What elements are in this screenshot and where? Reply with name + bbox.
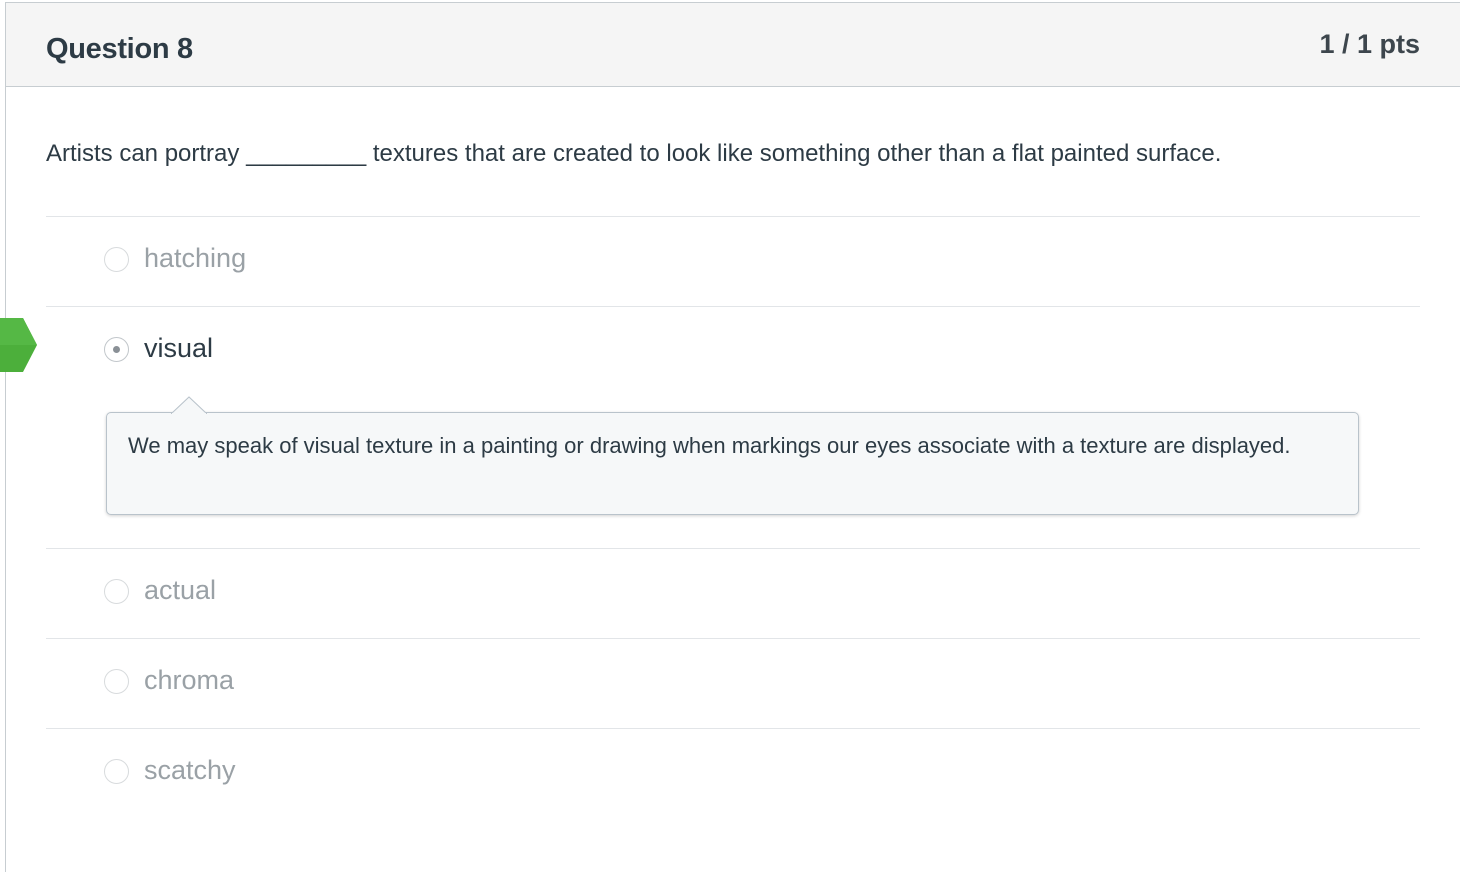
radio-button-icon[interactable]	[104, 759, 129, 784]
radio-button-icon[interactable]	[104, 247, 129, 272]
comment-text: We may speak of visual texture in a pain…	[128, 433, 1291, 458]
answer-option-scatchy[interactable]: scatchy	[46, 728, 1420, 816]
radio-button-icon[interactable]	[104, 579, 129, 604]
correct-arrow-icon	[0, 318, 37, 372]
answer-label: actual	[144, 575, 217, 605]
answer-option-hatching[interactable]: hatching	[46, 216, 1420, 304]
answer-option-chroma[interactable]: chroma	[46, 638, 1420, 726]
question-title: Question 8	[46, 33, 193, 65]
answer-label: hatching	[144, 243, 247, 273]
question-header: Question 8 1 / 1 pts	[6, 3, 1460, 87]
radio-button-selected-icon[interactable]	[104, 337, 129, 362]
answer-option-actual[interactable]: actual	[46, 548, 1420, 636]
question-points: 1 / 1 pts	[1319, 29, 1420, 59]
answer-label: chroma	[144, 665, 235, 695]
question-text: Artists can portray _________ textures t…	[46, 140, 1222, 167]
comment-pointer	[171, 396, 207, 414]
answer-comment: We may speak of visual texture in a pain…	[106, 396, 1359, 515]
answer-label: visual	[144, 333, 214, 363]
answer-label: scatchy	[144, 755, 236, 785]
answer-option-visual[interactable]: visual	[46, 306, 1420, 394]
radio-button-icon[interactable]	[104, 669, 129, 694]
